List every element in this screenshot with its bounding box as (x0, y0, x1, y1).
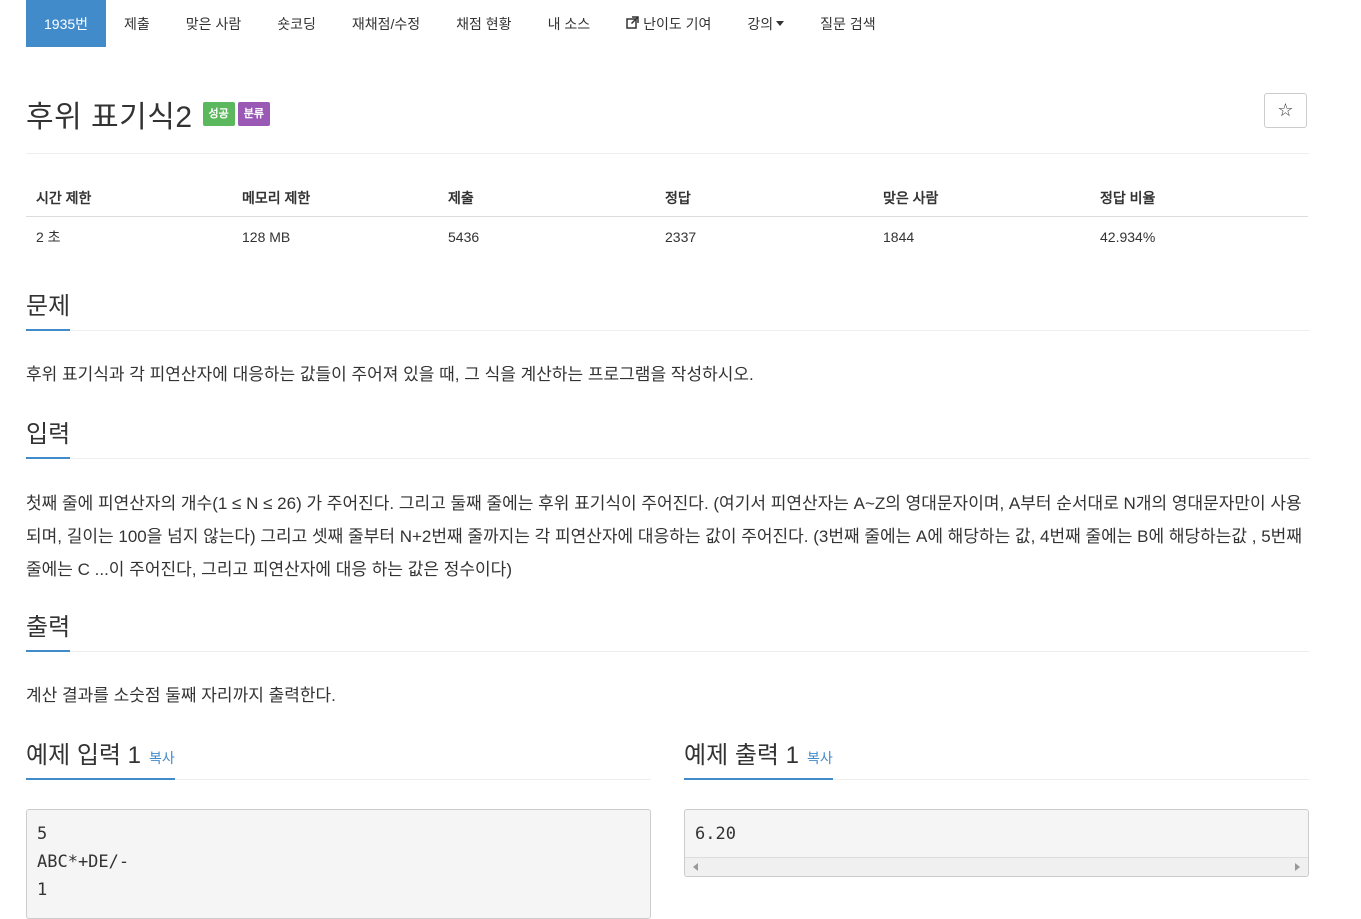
output-section-header: 출력 (26, 611, 1309, 652)
tab-rejudge[interactable]: 재채점/수정 (334, 0, 438, 47)
classification-badge[interactable]: 분류 (237, 102, 271, 126)
section-title: 예제 출력 1 (684, 742, 800, 769)
input-description: 첫째 줄에 피연산자의 개수(1 ≤ N ≤ 26) 가 주어진다. 그리고 둘… (26, 494, 1302, 579)
scroll-right-arrow-icon[interactable] (1295, 863, 1300, 871)
header-time-limit: 시간 제한 (26, 180, 232, 217)
tab-label: 맞은 사람 (185, 15, 242, 32)
sample-input-header: 예제 입력 1 복사 (26, 739, 651, 780)
sample-input-heading: 예제 입력 1 복사 (26, 735, 175, 780)
sample-input-box[interactable]: 5 ABC*+DE/- 1 (26, 809, 651, 919)
tab-label: 채점 현황 (456, 15, 512, 32)
horizontal-scrollbar[interactable] (685, 857, 1308, 876)
cell-solved-users: 1844 (883, 229, 915, 245)
table-row: 2 초 128 MB 5436 2337 1844 42.934% (26, 217, 1308, 258)
section-title: 출력 (26, 614, 71, 641)
problem-section-header: 문제 (26, 290, 1309, 331)
header-memory-limit: 메모리 제한 (232, 180, 438, 217)
external-link-icon (626, 15, 639, 32)
scroll-left-arrow-icon[interactable] (693, 863, 698, 871)
problem-nav: 1935번 제출 맞은 사람 숏코딩 재채점/수정 채점 현황 내 소스 난이도… (26, 0, 894, 47)
cell-submissions: 5436 (448, 229, 480, 245)
sample-output-text: 6.20 (695, 824, 736, 844)
tab-lecture[interactable]: 강의 (729, 0, 802, 47)
problem-description: 후위 표기식과 각 피연산자에 대응하는 값들이 주어져 있을 때, 그 식을 … (26, 365, 754, 384)
tab-solved-users[interactable]: 맞은 사람 (168, 0, 259, 47)
tab-short-coding[interactable]: 숏코딩 (259, 0, 334, 47)
problem-heading: 문제 (26, 286, 71, 331)
problem-title-row: 후위 표기식2 성공 분류 (26, 92, 271, 136)
cell-time-limit: 2 초 (36, 229, 61, 245)
tab-label: 질문 검색 (820, 15, 876, 32)
header-ratio: 정답 비율 (1090, 180, 1308, 217)
tab-question-search[interactable]: 질문 검색 (802, 0, 893, 47)
input-heading: 입력 (26, 414, 71, 459)
favorite-star-button[interactable]: ☆ (1264, 93, 1307, 128)
success-badge: 성공 (202, 102, 235, 126)
input-section-header: 입력 (26, 418, 1309, 459)
header-submissions: 제출 (438, 180, 655, 217)
sample-output-box[interactable]: 6.20 (684, 809, 1309, 877)
tab-label: 1935번 (44, 15, 89, 32)
tab-label: 제출 (124, 15, 150, 32)
header-accepted: 정답 (655, 180, 873, 217)
divider (26, 153, 1309, 154)
output-description: 계산 결과를 소숫점 둘째 자리까지 출력한다. (26, 686, 336, 705)
cell-ratio: 42.934% (1100, 229, 1156, 245)
problem-info-table: 시간 제한 메모리 제한 제출 정답 맞은 사람 정답 비율 2 초 128 M… (26, 180, 1308, 257)
tab-submit[interactable]: 제출 (106, 0, 168, 47)
section-title: 문제 (26, 293, 71, 320)
tab-label: 난이도 기여 (643, 15, 712, 32)
copy-sample-input-link[interactable]: 복사 (149, 750, 175, 766)
page-title: 후위 표기식2 (26, 101, 193, 134)
tab-difficulty[interactable]: 난이도 기여 (608, 0, 729, 47)
cell-accepted: 2337 (665, 229, 697, 245)
sample-output-container: 6.20 (684, 809, 1309, 877)
star-icon: ☆ (1277, 100, 1294, 120)
tab-problem-number[interactable]: 1935번 (26, 0, 107, 47)
sample-output-header: 예제 출력 1 복사 (684, 739, 1309, 780)
tab-label: 내 소스 (547, 15, 591, 32)
sample-output-heading: 예제 출력 1 복사 (684, 735, 833, 780)
output-heading: 출력 (26, 607, 71, 652)
tab-label: 재채점/수정 (351, 15, 421, 32)
section-title: 예제 입력 1 (26, 742, 142, 769)
tab-status[interactable]: 채점 현황 (438, 0, 529, 47)
tab-label: 숏코딩 (277, 15, 316, 32)
cell-memory-limit: 128 MB (242, 229, 291, 245)
caret-down-icon (776, 21, 785, 26)
section-title: 입력 (26, 421, 71, 448)
tab-label: 강의 (747, 15, 774, 32)
tab-my-source[interactable]: 내 소스 (530, 0, 609, 47)
table-header-row: 시간 제한 메모리 제한 제출 정답 맞은 사람 정답 비율 (26, 180, 1308, 217)
header-solved-users: 맞은 사람 (873, 180, 1090, 217)
copy-sample-output-link[interactable]: 복사 (807, 750, 833, 766)
